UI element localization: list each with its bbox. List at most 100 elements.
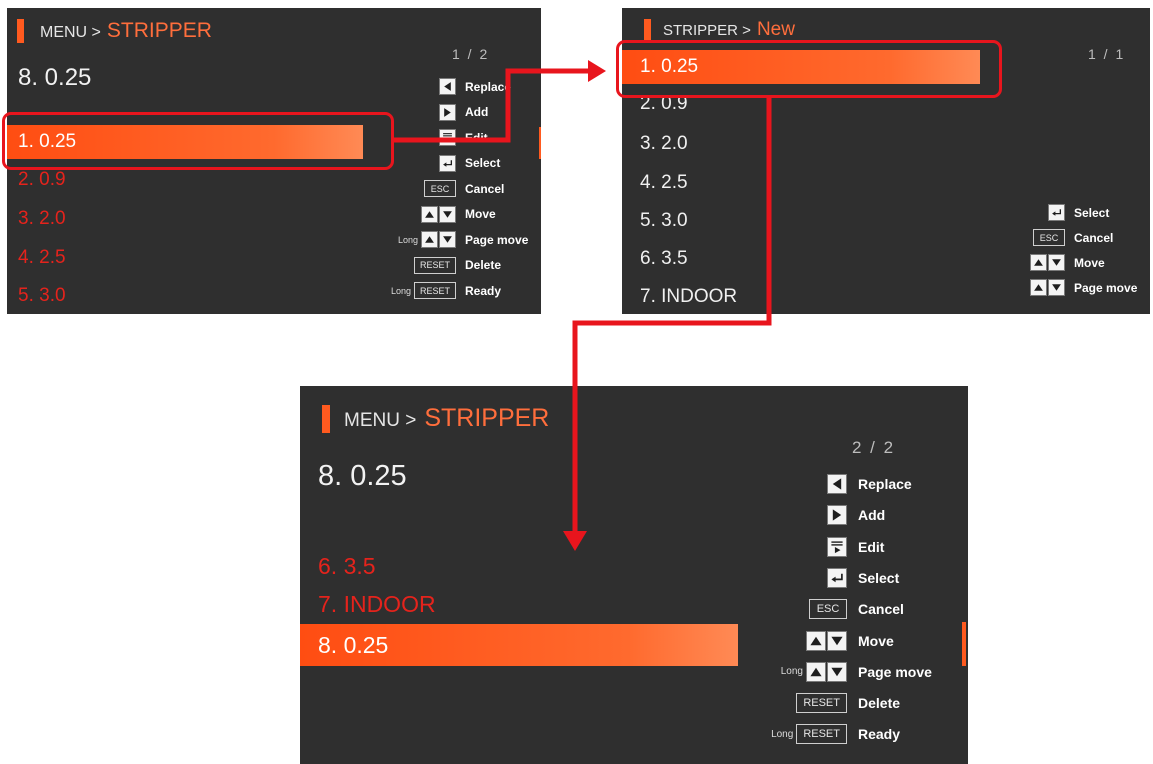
scroll-indicator <box>962 622 966 666</box>
legend-item: Select <box>439 154 537 172</box>
legend-prefix: Long <box>390 285 411 296</box>
esc-key: ESC <box>424 180 456 197</box>
left-arrow-icon <box>439 78 456 95</box>
legend-label: Cancel <box>465 181 505 196</box>
list-item[interactable]: 3. 2.0 <box>622 129 688 159</box>
selected-value: 8. 0.25 <box>18 64 92 91</box>
up-arrow-icon <box>421 205 438 223</box>
scroll-indicator <box>539 127 541 159</box>
legend-label: Move <box>1074 255 1105 270</box>
legend-label: Select <box>1074 205 1110 220</box>
legend-label: Delete <box>465 258 502 272</box>
legend-label: Page move <box>1074 280 1138 295</box>
legend-label: Page move <box>465 232 529 247</box>
legend-label: Cancel <box>1074 230 1114 245</box>
enter-icon <box>1048 204 1065 221</box>
up-arrow-icon <box>1030 254 1047 271</box>
legend-item: Select <box>827 567 948 588</box>
legend-label: Move <box>465 207 496 221</box>
page-indicator: 2 / 2 <box>852 438 896 457</box>
list-item[interactable]: 5. 3.0 <box>622 206 688 236</box>
page-indicator: 1 / 2 <box>452 46 490 62</box>
list-item[interactable]: 7. INDOOR <box>300 586 436 622</box>
legend-item: RESET Delete <box>796 693 948 714</box>
breadcrumb-current: New <box>756 19 795 40</box>
legend-item: ESC Cancel <box>1033 229 1146 246</box>
down-arrow-icon <box>827 630 847 651</box>
esc-key: ESC <box>1033 229 1065 246</box>
reset-key: RESET <box>796 693 847 714</box>
edit-icon <box>827 536 847 557</box>
breadcrumb-parent[interactable]: MENU > <box>40 24 101 42</box>
left-arrow-icon <box>827 474 847 494</box>
down-arrow-icon <box>439 205 456 223</box>
edit-icon <box>439 129 456 146</box>
legend-item: Long RESET Ready <box>771 724 948 745</box>
legend-item: Add <box>827 505 948 526</box>
up-arrow-icon <box>1030 279 1047 296</box>
right-arrow-icon <box>439 103 456 121</box>
list-item[interactable]: 4. 2.5 <box>7 243 66 273</box>
legend-item: RESET Delete <box>413 256 537 274</box>
list-item-selected[interactable]: 8. 0.25 <box>300 624 738 666</box>
enter-icon <box>439 154 456 172</box>
up-arrow-icon <box>806 661 826 682</box>
legend-label: Add <box>465 105 489 119</box>
legend-prefix: Long <box>397 234 418 245</box>
esc-key: ESC <box>809 599 847 620</box>
legend-label: Replace <box>465 79 512 94</box>
legend-item: Add <box>439 103 537 121</box>
legend-label: Add <box>858 507 886 524</box>
legend-item: Long Page move <box>780 661 948 682</box>
list-item[interactable]: 7. INDOOR <box>622 282 737 312</box>
legend-label: Edit <box>465 130 488 145</box>
legend-label: Edit <box>858 538 885 555</box>
legend-item: Long Page move <box>398 231 537 248</box>
breadcrumb: MENU > STRIPPER <box>322 404 549 433</box>
page-indicator: 1 / 1 <box>1088 46 1126 62</box>
legend-label: Select <box>465 156 501 170</box>
legend-label: Delete <box>858 695 901 712</box>
title-accent-bar <box>17 19 24 43</box>
legend-prefix: Long <box>780 666 803 678</box>
legend-label: Replace <box>858 476 912 492</box>
up-arrow-icon <box>421 231 438 248</box>
reset-key: RESET <box>796 724 847 745</box>
breadcrumb-parent[interactable]: MENU > <box>344 410 416 432</box>
list-item[interactable]: 5. 3.0 <box>7 281 66 311</box>
legend-label: Ready <box>465 283 502 298</box>
down-arrow-icon <box>1048 279 1065 296</box>
callout-highlight-source <box>2 112 394 170</box>
list-item[interactable]: 6. 3.5 <box>622 244 688 274</box>
legend-item: ESC Cancel <box>809 599 948 620</box>
up-arrow-icon <box>806 630 826 651</box>
breadcrumb-current: STRIPPER <box>106 19 212 42</box>
list-item[interactable]: 6. 3.5 <box>300 548 376 584</box>
list-item[interactable]: 4. 2.5 <box>622 168 688 198</box>
down-arrow-icon <box>439 231 456 248</box>
legend-item: Page move <box>1030 279 1146 296</box>
title-accent-bar <box>322 404 330 433</box>
legend-label: Select <box>858 569 900 586</box>
legend-item: Move <box>806 630 948 651</box>
legend-label: Ready <box>858 726 901 743</box>
legend-item: Select <box>1048 204 1146 221</box>
legend-item: Edit <box>827 536 948 557</box>
legend-item: Move <box>421 205 537 223</box>
right-arrow-icon <box>827 505 847 526</box>
screen-stripper-list-page2: MENU > STRIPPER 2 / 2 8. 0.25 6. 3.5 7. … <box>300 386 968 764</box>
legend-item: Edit <box>439 129 537 146</box>
legend-prefix: Long <box>771 728 794 740</box>
down-arrow-icon <box>1048 254 1065 271</box>
selected-value: 8. 0.25 <box>318 460 407 492</box>
list-item[interactable]: 3. 2.0 <box>7 204 66 234</box>
legend-label: Move <box>858 632 894 649</box>
legend-label: Cancel <box>858 601 904 618</box>
callout-highlight-target <box>616 40 1002 98</box>
reset-key: RESET <box>413 256 456 274</box>
enter-icon <box>827 567 847 588</box>
legend-item: Replace <box>827 474 948 494</box>
breadcrumb-parent[interactable]: STRIPPER > <box>663 22 751 39</box>
breadcrumb-current: STRIPPER <box>424 404 550 432</box>
reset-key: RESET <box>413 282 456 299</box>
